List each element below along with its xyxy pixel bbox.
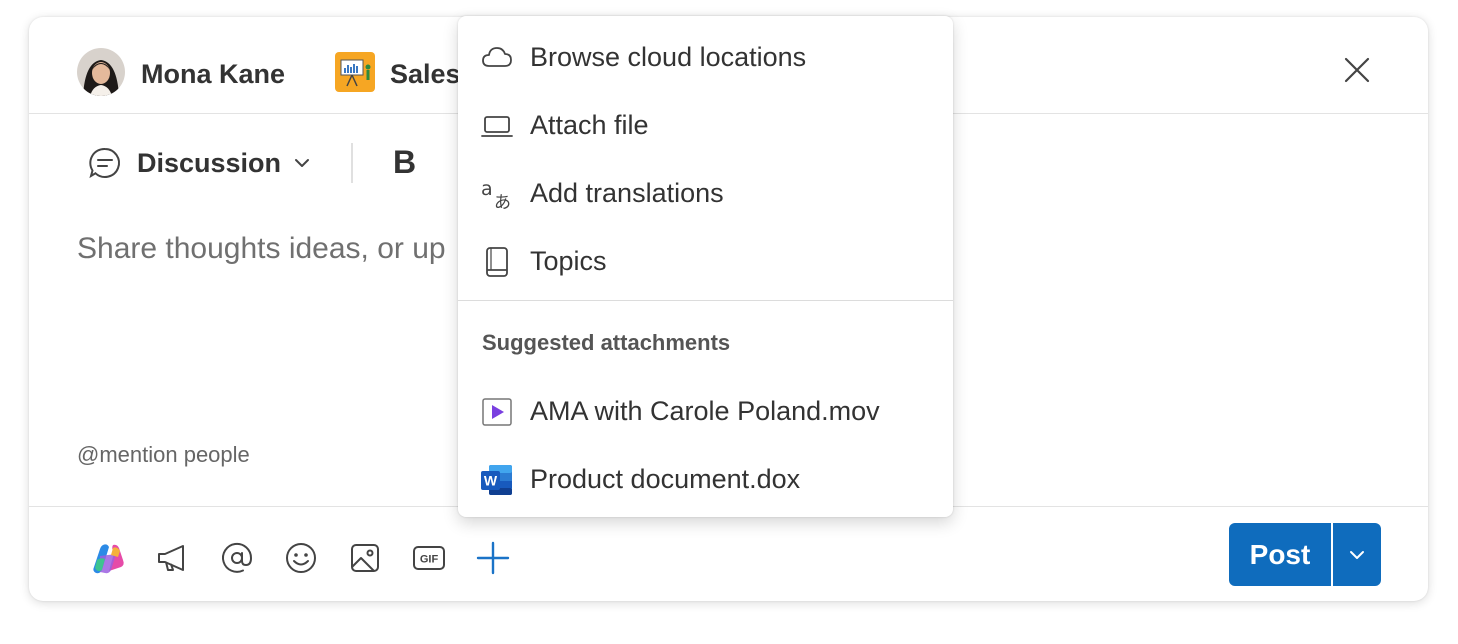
- cloud-icon: [482, 47, 512, 67]
- word-file-icon: W: [481, 465, 512, 495]
- svg-text:あ: あ: [494, 193, 511, 211]
- menu-item-add-translations[interactable]: a あ Add translations: [458, 164, 953, 224]
- mention-button[interactable]: [219, 540, 253, 574]
- menu-item-topics[interactable]: Topics: [458, 232, 953, 292]
- menu-divider: [458, 300, 953, 301]
- gif-button[interactable]: GIF: [411, 540, 445, 574]
- svg-text:GIF: GIF: [420, 554, 439, 566]
- composer-input[interactable]: Share thoughts ideas, or up: [77, 232, 446, 266]
- announcement-button[interactable]: [155, 540, 189, 574]
- chevron-down-icon: [1350, 550, 1364, 559]
- community-name: Sales: [390, 59, 461, 89]
- close-icon: [1344, 57, 1370, 83]
- image-icon: [351, 544, 379, 572]
- menu-item-browse-cloud[interactable]: Browse cloud locations: [458, 28, 953, 88]
- megaphone-icon: [158, 545, 184, 571]
- post-type-label: Discussion: [137, 147, 282, 178]
- suggestion-label: Product document.dox: [530, 464, 801, 494]
- image-button[interactable]: [347, 540, 381, 574]
- menu-item-label: Browse cloud locations: [530, 42, 807, 72]
- toolbar-divider: [351, 143, 353, 183]
- menu-item-label: Attach file: [530, 110, 649, 140]
- menu-section-title: Suggested attachments: [482, 330, 731, 355]
- laptop-icon: [481, 116, 513, 137]
- book-icon: [486, 247, 508, 277]
- translate-icon: a あ: [481, 178, 511, 211]
- chevron-down-icon: [295, 159, 310, 167]
- emoji-icon: [286, 543, 316, 573]
- emoji-button[interactable]: [283, 540, 317, 574]
- community-icon: [335, 52, 375, 92]
- at-mention-icon: [222, 542, 253, 573]
- close-button[interactable]: [1337, 50, 1377, 90]
- post-type-dropdown[interactable]: Discussion: [87, 144, 311, 182]
- menu-item-label: Topics: [530, 246, 607, 276]
- svg-text:a: a: [481, 178, 493, 200]
- mention-hint: @mention people: [77, 442, 250, 467]
- chat-bubble-icon: [89, 147, 120, 179]
- menu-item-attach-file[interactable]: Attach file: [458, 96, 953, 156]
- post-options-button[interactable]: [1333, 523, 1381, 586]
- copilot-button[interactable]: [89, 540, 124, 574]
- add-icon: [476, 541, 510, 575]
- gif-icon: GIF: [413, 546, 445, 570]
- composer-footer: GIF Post: [29, 506, 1428, 601]
- svg-text:W: W: [484, 473, 498, 489]
- post-button[interactable]: Post: [1229, 523, 1331, 586]
- video-file-icon: [482, 398, 512, 426]
- bold-button[interactable]: B: [393, 142, 427, 182]
- attachment-menu: Browse cloud locations Attach file a あ A…: [458, 16, 953, 517]
- avatar: [77, 48, 125, 96]
- suggested-attachment-document[interactable]: W Product document.dox: [458, 450, 953, 510]
- copilot-icon: [93, 544, 124, 574]
- author-name: Mona Kane: [141, 59, 286, 89]
- add-button[interactable]: [475, 540, 510, 575]
- menu-item-label: Add translations: [530, 178, 724, 208]
- suggestion-label: AMA with Carole Poland.mov: [530, 396, 880, 426]
- suggested-attachment-video[interactable]: AMA with Carole Poland.mov: [458, 382, 953, 442]
